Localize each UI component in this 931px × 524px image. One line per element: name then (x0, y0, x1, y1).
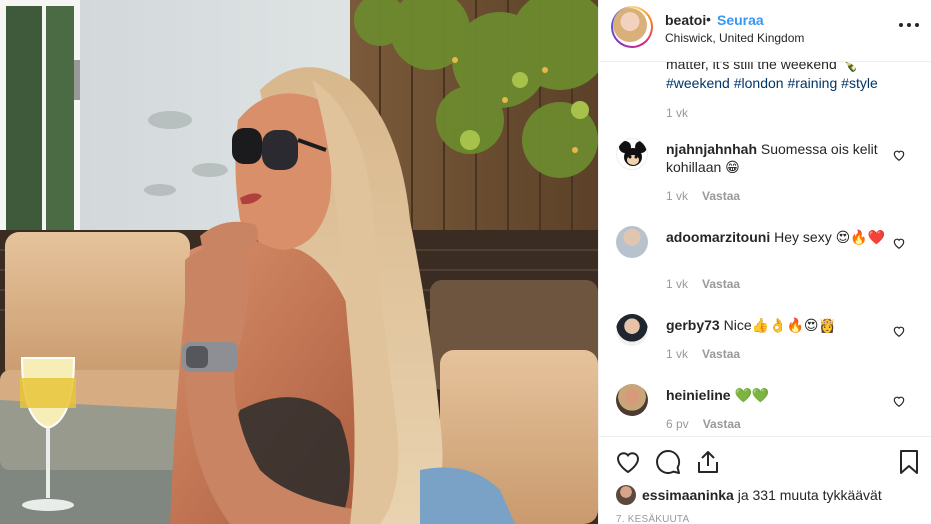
hashtag-link[interactable]: #style (841, 75, 878, 91)
caption-time: 1 vk (666, 106, 689, 120)
post-username[interactable]: beatoi (665, 12, 706, 28)
person-avatar[interactable] (616, 226, 648, 258)
hashtag-link[interactable]: #weekend (666, 75, 730, 91)
reply-button[interactable]: Vastaa (702, 347, 740, 361)
like-heart-icon[interactable] (614, 448, 642, 476)
reply-button[interactable]: Vastaa (702, 189, 740, 203)
reply-button[interactable]: Vastaa (702, 277, 740, 291)
post-date: 7. KESÄKUUTA (616, 514, 690, 524)
post-sidebar: beatoi • Seuraa Chiswick, United Kingdom… (598, 0, 931, 524)
comment-text: heinieline 💚💚 (666, 387, 770, 403)
share-icon[interactable] (694, 448, 722, 476)
follow-button[interactable]: Seuraa (717, 12, 764, 28)
heart-icon[interactable] (892, 394, 906, 408)
comment-meta: 6 pv Vastaa (666, 417, 741, 431)
likes-text: essimaaninka ja 331 muuta tykkäävät (642, 487, 882, 503)
story-avatar[interactable] (611, 6, 653, 48)
comment-text: adoomarzitouni Hey sexy 😍🔥❤️ (666, 229, 886, 245)
comment-bubble-icon[interactable] (654, 448, 682, 476)
comment-meta: 1 vk Vastaa (666, 277, 741, 291)
heart-icon[interactable] (892, 148, 906, 162)
comment-username[interactable]: adoomarzitouni (666, 229, 770, 245)
heart-icon[interactable] (892, 236, 906, 250)
person-avatar[interactable] (616, 384, 648, 416)
comment-username[interactable]: heinieline (666, 387, 731, 403)
comments-list[interactable]: matter, it's still the weekend 🍾 #weeken… (599, 62, 931, 436)
comment-meta: 1 vk Vastaa (666, 189, 741, 203)
comment-username[interactable]: gerby73 (666, 317, 720, 333)
liker-username[interactable]: essimaaninka (642, 487, 734, 503)
reply-button[interactable]: Vastaa (703, 417, 741, 431)
comment-text: njahnjahnhah Suomessa ois kelit kohillaa… (666, 141, 878, 175)
mickey-mouse-avatar[interactable] (616, 138, 648, 170)
bookmark-icon[interactable] (895, 448, 923, 476)
caption-text: matter, it's still the weekend 🍾 (666, 62, 859, 72)
comment-text: gerby73 Nice👍👌🔥😍👸 (666, 317, 836, 333)
caption-hashtags: #weekend #london #raining #style (666, 75, 878, 91)
person-avatar[interactable] (616, 314, 648, 346)
comment-username[interactable]: njahnjahnhah (666, 141, 757, 157)
avatar (613, 8, 647, 42)
hashtag-link[interactable]: #london (734, 75, 784, 91)
hashtag-link[interactable]: #raining (787, 75, 837, 91)
location-link[interactable]: Chiswick, United Kingdom (665, 31, 804, 45)
heart-icon[interactable] (892, 324, 906, 338)
post-image (0, 0, 598, 524)
post-header: beatoi • Seuraa Chiswick, United Kingdom (599, 0, 931, 62)
post-photo[interactable] (0, 0, 598, 524)
post-actions: essimaaninka ja 331 muuta tykkäävät 7. K… (599, 436, 931, 524)
comment-meta: 1 vk Vastaa (666, 347, 741, 361)
separator-dot: • (706, 11, 711, 27)
avatar[interactable] (616, 485, 636, 505)
more-options-icon[interactable] (897, 17, 921, 33)
